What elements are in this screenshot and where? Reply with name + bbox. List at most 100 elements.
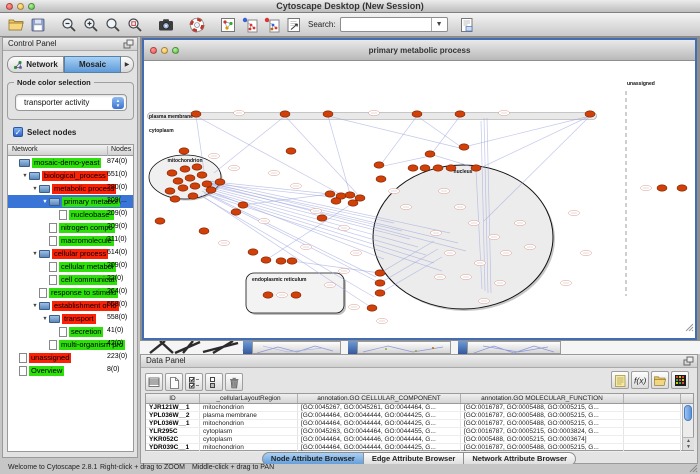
network-edge[interactable] xyxy=(214,116,285,173)
vizmapper-icon[interactable] xyxy=(284,15,304,35)
tree-row-metabolic-process[interactable]: ▼metabolic process280(0) xyxy=(8,182,133,195)
network-node[interactable] xyxy=(280,111,290,117)
help-icon[interactable] xyxy=(187,15,207,35)
network-node[interactable] xyxy=(412,111,422,117)
tree-row-unassigned[interactable]: unassigned223(0) xyxy=(8,351,133,364)
network-node[interactable] xyxy=(263,292,273,298)
network-node[interactable] xyxy=(375,280,385,286)
network-node[interactable] xyxy=(677,185,687,191)
attribute-checklist-icon[interactable] xyxy=(185,373,203,391)
background-window-fragment[interactable] xyxy=(252,341,341,354)
column-header-annotation[interactable]: annotation.GO MOLECULAR_FUNCTION xyxy=(461,394,624,403)
network-node[interactable] xyxy=(331,198,341,204)
background-window-fragment[interactable] xyxy=(243,341,252,354)
network-edge[interactable] xyxy=(206,185,402,231)
network-node[interactable] xyxy=(173,178,183,184)
column-header--cellularlayoutregion[interactable]: _cellularLayoutRegion xyxy=(200,394,298,403)
annotation-icon[interactable] xyxy=(457,15,477,35)
tree-col-nodes[interactable]: Nodes xyxy=(107,146,131,156)
tree-row-nucleobase-[interactable]: nucleobase-209(0) xyxy=(8,208,133,221)
network-node[interactable] xyxy=(408,165,418,171)
network-node[interactable] xyxy=(459,144,469,150)
column-header-filler[interactable] xyxy=(624,394,681,403)
column-header-annotation[interactable]: annotation.GO CELLULAR_COMPONENT xyxy=(298,394,461,403)
save-session-icon[interactable] xyxy=(28,15,48,35)
notes-icon[interactable] xyxy=(611,371,629,389)
tree-row-mosaic-demo-yeast[interactable]: mosaic-demo-yeast874(0) xyxy=(8,156,133,169)
tree-row-cellular-metabol[interactable]: cellular metabol209(0) xyxy=(8,260,133,273)
network-node[interactable] xyxy=(325,191,335,197)
background-window-fragment[interactable] xyxy=(357,341,451,354)
tree-row-transport[interactable]: ▼transport558(0) xyxy=(8,312,133,325)
network-node[interactable] xyxy=(657,185,667,191)
network-node[interactable] xyxy=(261,257,271,263)
network-node[interactable] xyxy=(165,188,175,194)
apply-layout-red-icon[interactable] xyxy=(262,15,282,35)
network-edge[interactable] xyxy=(417,116,464,149)
node-color-combo[interactable]: transporter activity ▲▼ xyxy=(15,94,127,111)
scrollbar-arrows-icon[interactable]: ▲▼ xyxy=(683,437,694,450)
network-node[interactable] xyxy=(199,228,209,234)
tree-row-response-to-stimulu[interactable]: response to stimulu264(0) xyxy=(8,286,133,299)
tree-row-overview[interactable]: Overview8(0) xyxy=(8,364,133,377)
network-view-titlebar[interactable]: primary metabolic process xyxy=(144,40,695,61)
disclosure-arrow-icon[interactable]: ▼ xyxy=(41,316,49,322)
tree-row-cellular-process[interactable]: ▼cellular process614(0) xyxy=(8,247,133,260)
disclosure-arrow-icon[interactable]: ▼ xyxy=(31,186,39,192)
network-node[interactable] xyxy=(188,193,198,199)
tree-row-establishment-of-lo[interactable]: ▼establishment of lo558(0) xyxy=(8,299,133,312)
function-builder-icon[interactable]: f(x) xyxy=(631,371,649,389)
search-dropdown-icon[interactable]: ▼ xyxy=(431,18,447,31)
network-image-icon[interactable] xyxy=(218,15,238,35)
network-node[interactable] xyxy=(231,209,241,215)
disclosure-arrow-icon[interactable]: ▼ xyxy=(31,251,39,257)
network-node[interactable] xyxy=(375,290,385,296)
float-panel-icon[interactable] xyxy=(123,39,134,52)
zoom-out-icon[interactable] xyxy=(59,15,79,35)
tree-row-macromolecule[interactable]: macromolecule311(0) xyxy=(8,234,133,247)
tree-row-cell-communicat[interactable]: cell communicat22(0) xyxy=(8,273,133,286)
network-edge[interactable] xyxy=(379,116,417,167)
network-node[interactable] xyxy=(170,196,180,202)
window-resize-grip[interactable] xyxy=(685,319,694,337)
network-node[interactable] xyxy=(348,200,358,206)
network-edge[interactable] xyxy=(464,116,590,147)
network-node[interactable] xyxy=(425,151,435,157)
network-node[interactable] xyxy=(471,165,481,171)
network-node[interactable] xyxy=(375,270,385,276)
table-row[interactable]: YJR121W__1mitochondrion[GO:0045267, GO:0… xyxy=(146,404,693,412)
background-window-fragment[interactable] xyxy=(467,341,561,354)
zoom-in-icon[interactable] xyxy=(81,15,101,35)
table-scrollbar[interactable]: ▲▼ xyxy=(682,404,693,450)
network-edge[interactable] xyxy=(430,116,460,156)
more-tabs-arrow-icon[interactable]: ▶ xyxy=(121,56,134,73)
network-node[interactable] xyxy=(215,179,225,185)
background-window-fragment[interactable] xyxy=(458,341,467,354)
scrollbar-thumb[interactable] xyxy=(684,405,692,421)
network-node[interactable] xyxy=(248,249,258,255)
network-node[interactable] xyxy=(317,215,327,221)
apply-layout-blue-icon[interactable] xyxy=(240,15,260,35)
network-node[interactable] xyxy=(167,170,177,176)
create-attribute-icon[interactable] xyxy=(165,373,183,391)
network-edge[interactable] xyxy=(476,116,590,170)
table-row[interactable]: YPL036W__1mitochondrion[GO:0044464, GO:0… xyxy=(146,420,693,428)
tree-row-primary-metabol[interactable]: ▼primary metabol209(... xyxy=(8,195,133,208)
combo-stepper-icon[interactable]: ▲▼ xyxy=(112,97,124,109)
tab-mosaic[interactable]: Mosaic xyxy=(64,56,121,73)
import-attributes-icon[interactable] xyxy=(651,371,669,389)
disclosure-arrow-icon[interactable]: ▼ xyxy=(21,173,29,179)
tree-row-biological-process[interactable]: ▼biological_process651(0) xyxy=(8,169,133,182)
network-node[interactable] xyxy=(192,164,202,170)
network-node[interactable] xyxy=(291,292,301,298)
network-node[interactable] xyxy=(185,175,195,181)
network-node[interactable] xyxy=(287,258,297,264)
network-node[interactable] xyxy=(323,111,333,117)
table-row[interactable]: YLR295Ccytoplasm[GO:0045263, GO:0044464,… xyxy=(146,428,693,436)
network-node[interactable] xyxy=(178,185,188,191)
float-panel-icon[interactable] xyxy=(683,356,694,369)
network-node[interactable] xyxy=(585,111,595,117)
search-input[interactable] xyxy=(341,18,429,31)
network-node[interactable] xyxy=(433,165,443,171)
network-node[interactable] xyxy=(355,195,365,201)
